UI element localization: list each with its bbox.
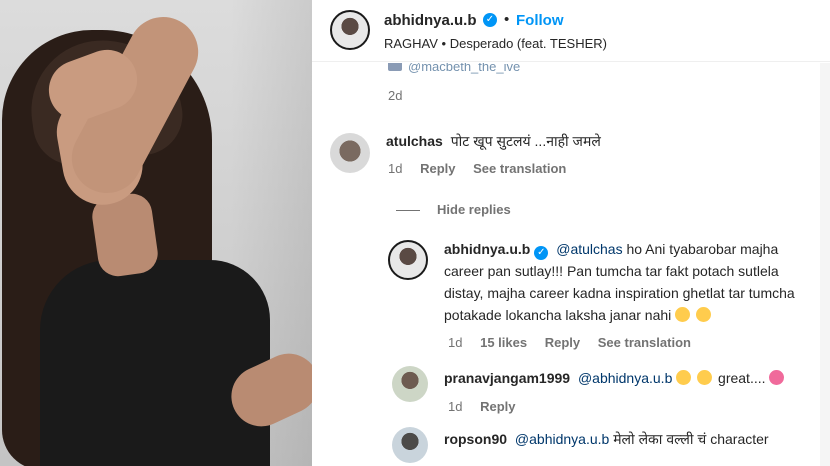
reply-author-avatar[interactable] — [392, 427, 428, 463]
header-separator: • — [504, 11, 510, 28]
reply-text: ropson90 @abhidnya.u.b मेलो लेका वल्ली च… — [444, 428, 816, 450]
post-video-frame[interactable] — [0, 0, 312, 466]
comment-text: atulchas पोट खूप सुटलयं ...नाही जमले — [386, 130, 806, 152]
laughing-face-emoji — [676, 370, 692, 385]
reply-button[interactable]: Reply — [545, 335, 580, 350]
laughing-face-emoji — [697, 370, 713, 385]
comments-list[interactable]: @macbeth_the_ive 2d atulchas पोट खूप सुट… — [312, 63, 820, 466]
reply-mention-link[interactable]: @abhidnya.u.b — [515, 431, 609, 447]
audio-track-link[interactable]: RAGHAV • Desperado (feat. TESHER) — [384, 36, 607, 51]
comments-scrollbar[interactable] — [820, 63, 830, 466]
hide-replies-line — [396, 210, 420, 211]
post-details-panel: abhidnya.u.b ✓ • Follow RAGHAV • Despera… — [312, 0, 830, 466]
reply-button[interactable]: Reply — [480, 399, 515, 414]
post-header: abhidnya.u.b ✓ • Follow RAGHAV • Despera… — [312, 0, 830, 62]
reply-author-avatar[interactable] — [392, 366, 428, 402]
comment-username[interactable]: atulchas — [386, 133, 443, 149]
reply-body: मेलो लेका वल्ली चं character — [613, 431, 769, 447]
pensive-face-emoji — [675, 307, 691, 322]
verified-badge-icon: ✓ — [534, 246, 549, 260]
previous-comment-time: 2d — [388, 88, 403, 103]
author-username[interactable]: abhidnya.u.b — [384, 12, 477, 29]
reply-text: abhidnya.u.b ✓ @atulchas ho Ani tyabaroba… — [444, 238, 816, 326]
reply-time: 1d — [448, 399, 463, 414]
reply-text: pranavjangam1999 @abhidnya.u.b great.... — [444, 367, 816, 389]
reply-meta: 1d 15 likes Reply See translation — [448, 335, 705, 350]
reply-author-avatar[interactable] — [388, 240, 428, 280]
reply-username[interactable]: pranavjangam1999 — [444, 370, 570, 386]
reply-mention-link[interactable]: @atulchas — [556, 241, 622, 257]
hide-replies-button[interactable]: Hide replies — [437, 202, 511, 217]
reply-username[interactable]: ropson90 — [444, 431, 507, 447]
reply-username[interactable]: abhidnya.u.b — [444, 241, 530, 257]
see-translation-button[interactable]: See translation — [598, 335, 691, 350]
reply-likes-count[interactable]: 15 likes — [480, 335, 527, 350]
comment-time: 1d — [388, 161, 403, 176]
comment-body: पोट खूप सुटलयं ...नाही जमले — [450, 133, 601, 149]
partial-icon — [388, 63, 402, 71]
author-avatar[interactable] — [330, 10, 370, 50]
reply-body: great.... — [718, 370, 766, 386]
verified-badge-icon: ✓ — [483, 13, 497, 27]
partial-comment-text: @macbeth_the_ive — [408, 63, 521, 74]
laughing-face-emoji — [696, 307, 712, 322]
commenter-avatar[interactable] — [330, 133, 370, 173]
follow-button[interactable]: Follow — [516, 12, 564, 29]
reply-meta: 1d Reply — [448, 399, 530, 414]
see-translation-button[interactable]: See translation — [473, 161, 566, 176]
comment-meta: 1d Reply See translation — [388, 161, 580, 176]
reply-mention-link[interactable]: @abhidnya.u.b — [578, 370, 672, 386]
heart-eyes-emoji — [769, 370, 785, 385]
reply-button[interactable]: Reply — [420, 161, 455, 176]
reply-time: 1d — [448, 335, 463, 350]
black-top-shape — [40, 260, 270, 466]
